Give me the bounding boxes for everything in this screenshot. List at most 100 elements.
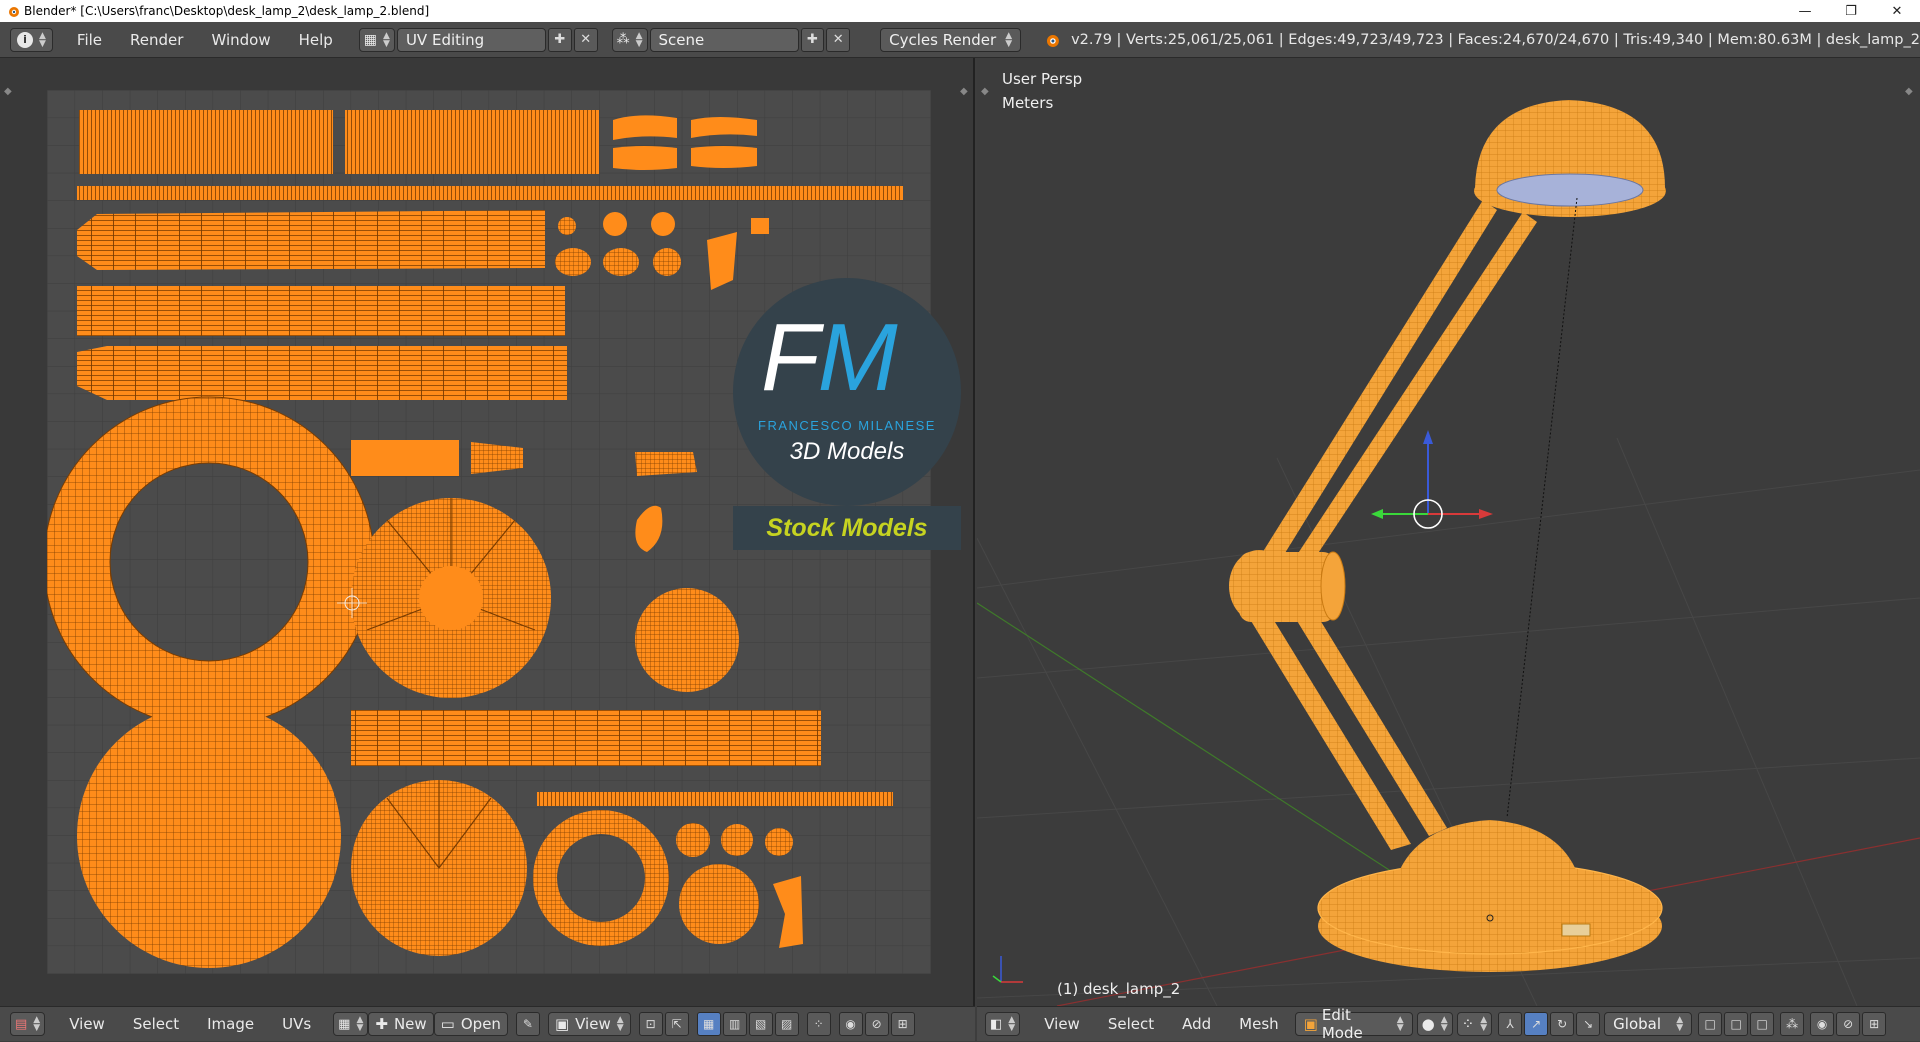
editor-type-image-button[interactable]: ▤ ▲ ▼ — [10, 1012, 46, 1036]
snap-icon[interactable]: ⊘ — [864, 1012, 889, 1036]
pivot-dropdown[interactable]: ⁘ ▲ ▼ — [1456, 1012, 1493, 1036]
editor-corner-icon[interactable]: ◆ — [960, 86, 968, 97]
menu-file[interactable]: File — [63, 31, 116, 49]
menu-render[interactable]: Render — [116, 31, 197, 49]
scene-selector[interactable]: ⁂ ▲ ▼ — [611, 27, 648, 52]
view-mode-dropdown[interactable]: ▣ View ▲ ▼ — [547, 1012, 631, 1036]
uv-island[interactable] — [679, 864, 759, 944]
layer-icon[interactable]: □ — [1750, 1012, 1775, 1036]
orientation-dropdown[interactable]: Global ▲ ▼ — [1604, 1012, 1693, 1036]
chevron-updown-icon: ▲ ▼ — [39, 30, 46, 49]
uv-island[interactable] — [751, 218, 769, 234]
render-engine-dropdown[interactable]: Cycles Render ▲ ▼ — [880, 27, 1022, 52]
add-screen-icon[interactable]: ✚ — [547, 27, 572, 52]
menu-view[interactable]: View — [55, 1015, 119, 1033]
translate-manipulator-icon[interactable]: ↗ — [1524, 1012, 1549, 1036]
menu-help[interactable]: Help — [285, 31, 347, 49]
mode-dropdown[interactable]: ▣ Edit Mode ▲ ▼ — [1294, 1006, 1413, 1042]
uv-island[interactable] — [77, 286, 565, 336]
editor-corner-icon[interactable]: ◆ — [4, 86, 12, 97]
watermark-logo: FM FRANCESCO MILANESE 3D Models Stock Mo… — [733, 278, 963, 553]
snap-icon[interactable]: ⊘ — [1836, 1012, 1861, 1036]
uv-island[interactable] — [558, 217, 576, 235]
y-axis-line — [977, 602, 1418, 889]
uv-island[interactable] — [613, 115, 677, 140]
uv-island[interactable] — [721, 824, 753, 856]
pin-icon[interactable]: ✎ — [515, 1012, 540, 1036]
layer-icon[interactable]: □ — [1698, 1012, 1723, 1036]
snap-target-icon[interactable]: ⊞ — [890, 1012, 915, 1036]
island-select-icon[interactable]: ▨ — [774, 1012, 799, 1036]
uv-island[interactable] — [77, 704, 341, 968]
uv-island[interactable] — [765, 828, 793, 856]
uv-island[interactable] — [537, 792, 893, 806]
sync-selection-icon[interactable]: ⇱ — [664, 1012, 689, 1036]
layer-icon[interactable]: □ — [1724, 1012, 1749, 1036]
edge-select-icon[interactable]: ▥ — [722, 1012, 747, 1036]
chevron-updown-icon: ▲ ▼ — [1005, 30, 1013, 49]
restore-button[interactable]: ❐ — [1828, 0, 1874, 22]
uv-island[interactable] — [77, 210, 545, 270]
scene-field[interactable]: Scene — [649, 27, 799, 52]
snap-target-icon[interactable]: ⊞ — [1862, 1012, 1887, 1036]
uv-island[interactable] — [77, 186, 903, 200]
uv-island[interactable] — [653, 248, 681, 276]
3d-viewport[interactable]: ◆ ◆ User Persp Meters (1) desk_lamp_2 — [977, 58, 1920, 1006]
uv-island[interactable] — [676, 823, 710, 857]
screen-layout-field[interactable]: UV Editing — [396, 27, 546, 52]
watermark-monogram: FM — [761, 308, 898, 408]
uv-island[interactable] — [603, 248, 639, 276]
shading-dropdown[interactable]: ● ▲ ▼ — [1416, 1012, 1453, 1036]
layout-grid-icon: ▦ — [363, 31, 378, 48]
lamp-base-dome[interactable] — [1390, 820, 1585, 908]
face-select-icon[interactable]: ▧ — [748, 1012, 773, 1036]
menu-image[interactable]: Image — [193, 1015, 268, 1033]
new-image-button[interactable]: ✚ New — [368, 1012, 434, 1036]
scale-manipulator-icon[interactable]: ↘ — [1576, 1012, 1601, 1036]
menu-view-3d[interactable]: View — [1030, 1015, 1094, 1033]
uv-island[interactable] — [345, 110, 599, 174]
uv-island[interactable] — [79, 110, 333, 174]
vertex-select-icon[interactable]: ▦ — [696, 1012, 721, 1036]
open-image-label: Open — [460, 1015, 501, 1033]
menu-window[interactable]: Window — [197, 31, 284, 49]
menu-uvs[interactable]: UVs — [268, 1015, 325, 1033]
close-window-button[interactable]: ✕ — [1874, 0, 1920, 22]
minimize-button[interactable]: — — [1782, 0, 1828, 22]
image-browse-button[interactable]: ▦ ▲ ▼ — [333, 1012, 369, 1036]
uv-island[interactable] — [77, 346, 567, 400]
pivot-icon[interactable]: ⊡ — [638, 1012, 663, 1036]
watermark-letter-m: M — [817, 304, 898, 411]
menu-select-3d[interactable]: Select — [1094, 1015, 1168, 1033]
manipulator-toggle-icon[interactable]: ⅄ — [1498, 1012, 1523, 1036]
menu-mesh[interactable]: Mesh — [1225, 1015, 1293, 1033]
uv-island[interactable] — [351, 440, 459, 476]
uv-island[interactable] — [691, 146, 757, 168]
watermark-letter-f: F — [761, 304, 820, 411]
3d-viewport-header: ◧ ▲ ▼ View Select Add Mesh ▣ Edit Mode ▲ ▼… — [977, 1006, 1920, 1042]
uv-island[interactable] — [555, 248, 591, 276]
occlude-geometry-icon[interactable]: ⁂ — [1780, 1012, 1805, 1036]
editor-type-info-button[interactable]: i ▲ ▼ — [10, 27, 53, 52]
uv-island[interactable] — [635, 452, 697, 476]
add-scene-icon[interactable]: ✚ — [800, 27, 825, 52]
proportional-edit-icon[interactable]: ◉ — [838, 1012, 863, 1036]
editor-type-3d-button[interactable]: ◧ ▲ ▼ — [985, 1012, 1021, 1036]
uv-island[interactable] — [635, 588, 739, 692]
uv-island[interactable] — [613, 146, 677, 170]
menu-add[interactable]: Add — [1168, 1015, 1225, 1033]
sticky-selection-icon[interactable]: ⁘ — [806, 1012, 831, 1036]
uv-island[interactable] — [603, 212, 627, 236]
chevron-updown-icon: ▲ ▼ — [383, 30, 390, 49]
chevron-updown-icon: ▲ ▼ — [1396, 1015, 1404, 1033]
rotate-manipulator-icon[interactable]: ↻ — [1550, 1012, 1575, 1036]
open-image-button[interactable]: ▭ Open — [433, 1012, 508, 1036]
proportional-edit-icon[interactable]: ◉ — [1810, 1012, 1835, 1036]
delete-scene-icon[interactable]: ✕ — [826, 27, 851, 52]
delete-screen-icon[interactable]: ✕ — [573, 27, 598, 52]
menu-select[interactable]: Select — [119, 1015, 193, 1033]
uv-island[interactable] — [351, 710, 821, 766]
screen-layout-selector[interactable]: ▦ ▲ ▼ — [358, 27, 395, 52]
uv-island[interactable] — [651, 212, 675, 236]
uv-image-editor[interactable]: ◆ ◆ FM FRANCESCO MILANESE 3D Models Stoc… — [0, 58, 975, 1006]
